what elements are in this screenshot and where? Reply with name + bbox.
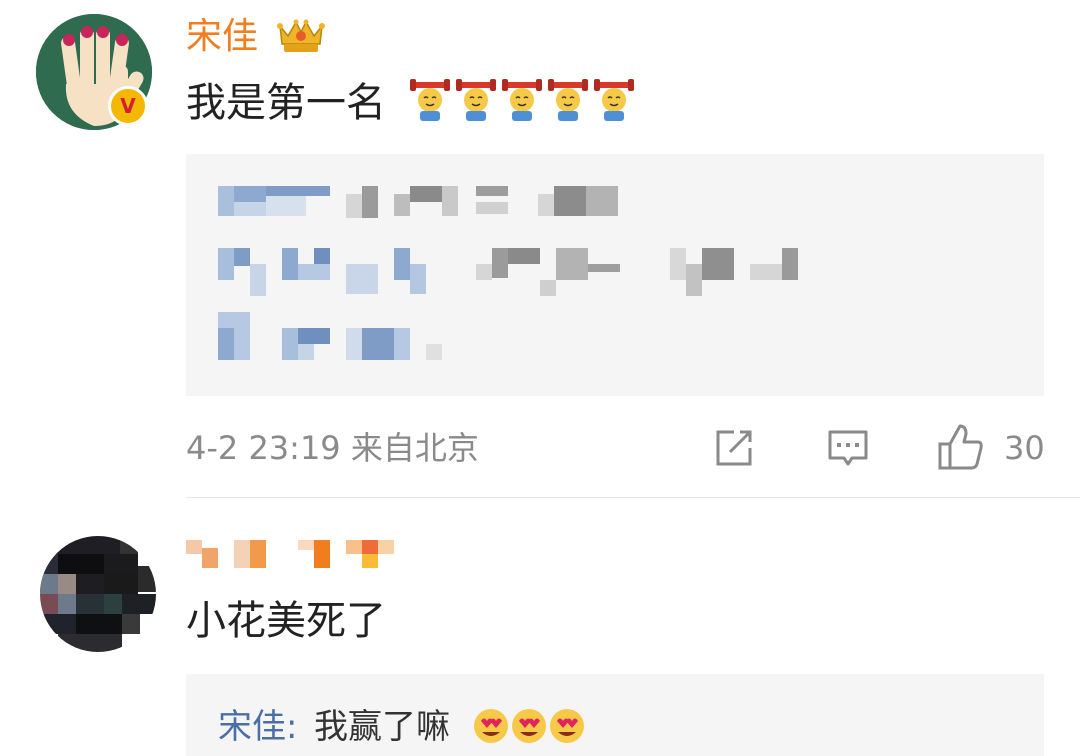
comment-location: 来自北京 <box>350 429 479 467</box>
heart-eyes-emoji-group <box>472 704 592 748</box>
comment-meta: 4-2 23:19 来自北京 <box>186 426 479 470</box>
strong-emoji-group <box>410 76 640 122</box>
username[interactable]: 宋佳 <box>186 14 258 60</box>
thumbs-up-icon[interactable] <box>936 422 986 476</box>
comment-icon[interactable] <box>826 426 870 474</box>
reply-block[interactable]: 宋佳: 我赢了嘛 <box>186 674 1044 756</box>
like-count[interactable]: 30 <box>1004 426 1045 470</box>
reply-text: 我赢了嘛 <box>314 707 450 747</box>
verified-v-icon: V <box>108 86 148 126</box>
comment-time: 4-2 23:19 <box>186 429 341 467</box>
comment-text: 我是第一名 <box>186 80 386 126</box>
avatar[interactable] <box>40 536 156 652</box>
vip-crown-icon[interactable] <box>274 14 328 56</box>
username-blurred[interactable] <box>186 536 398 576</box>
divider <box>186 497 1080 498</box>
quoted-content-blurred[interactable] <box>186 154 1044 396</box>
comment-text: 小花美死了 <box>186 598 386 644</box>
share-icon[interactable] <box>712 426 756 474</box>
reply-username[interactable]: 宋佳: <box>218 704 297 750</box>
